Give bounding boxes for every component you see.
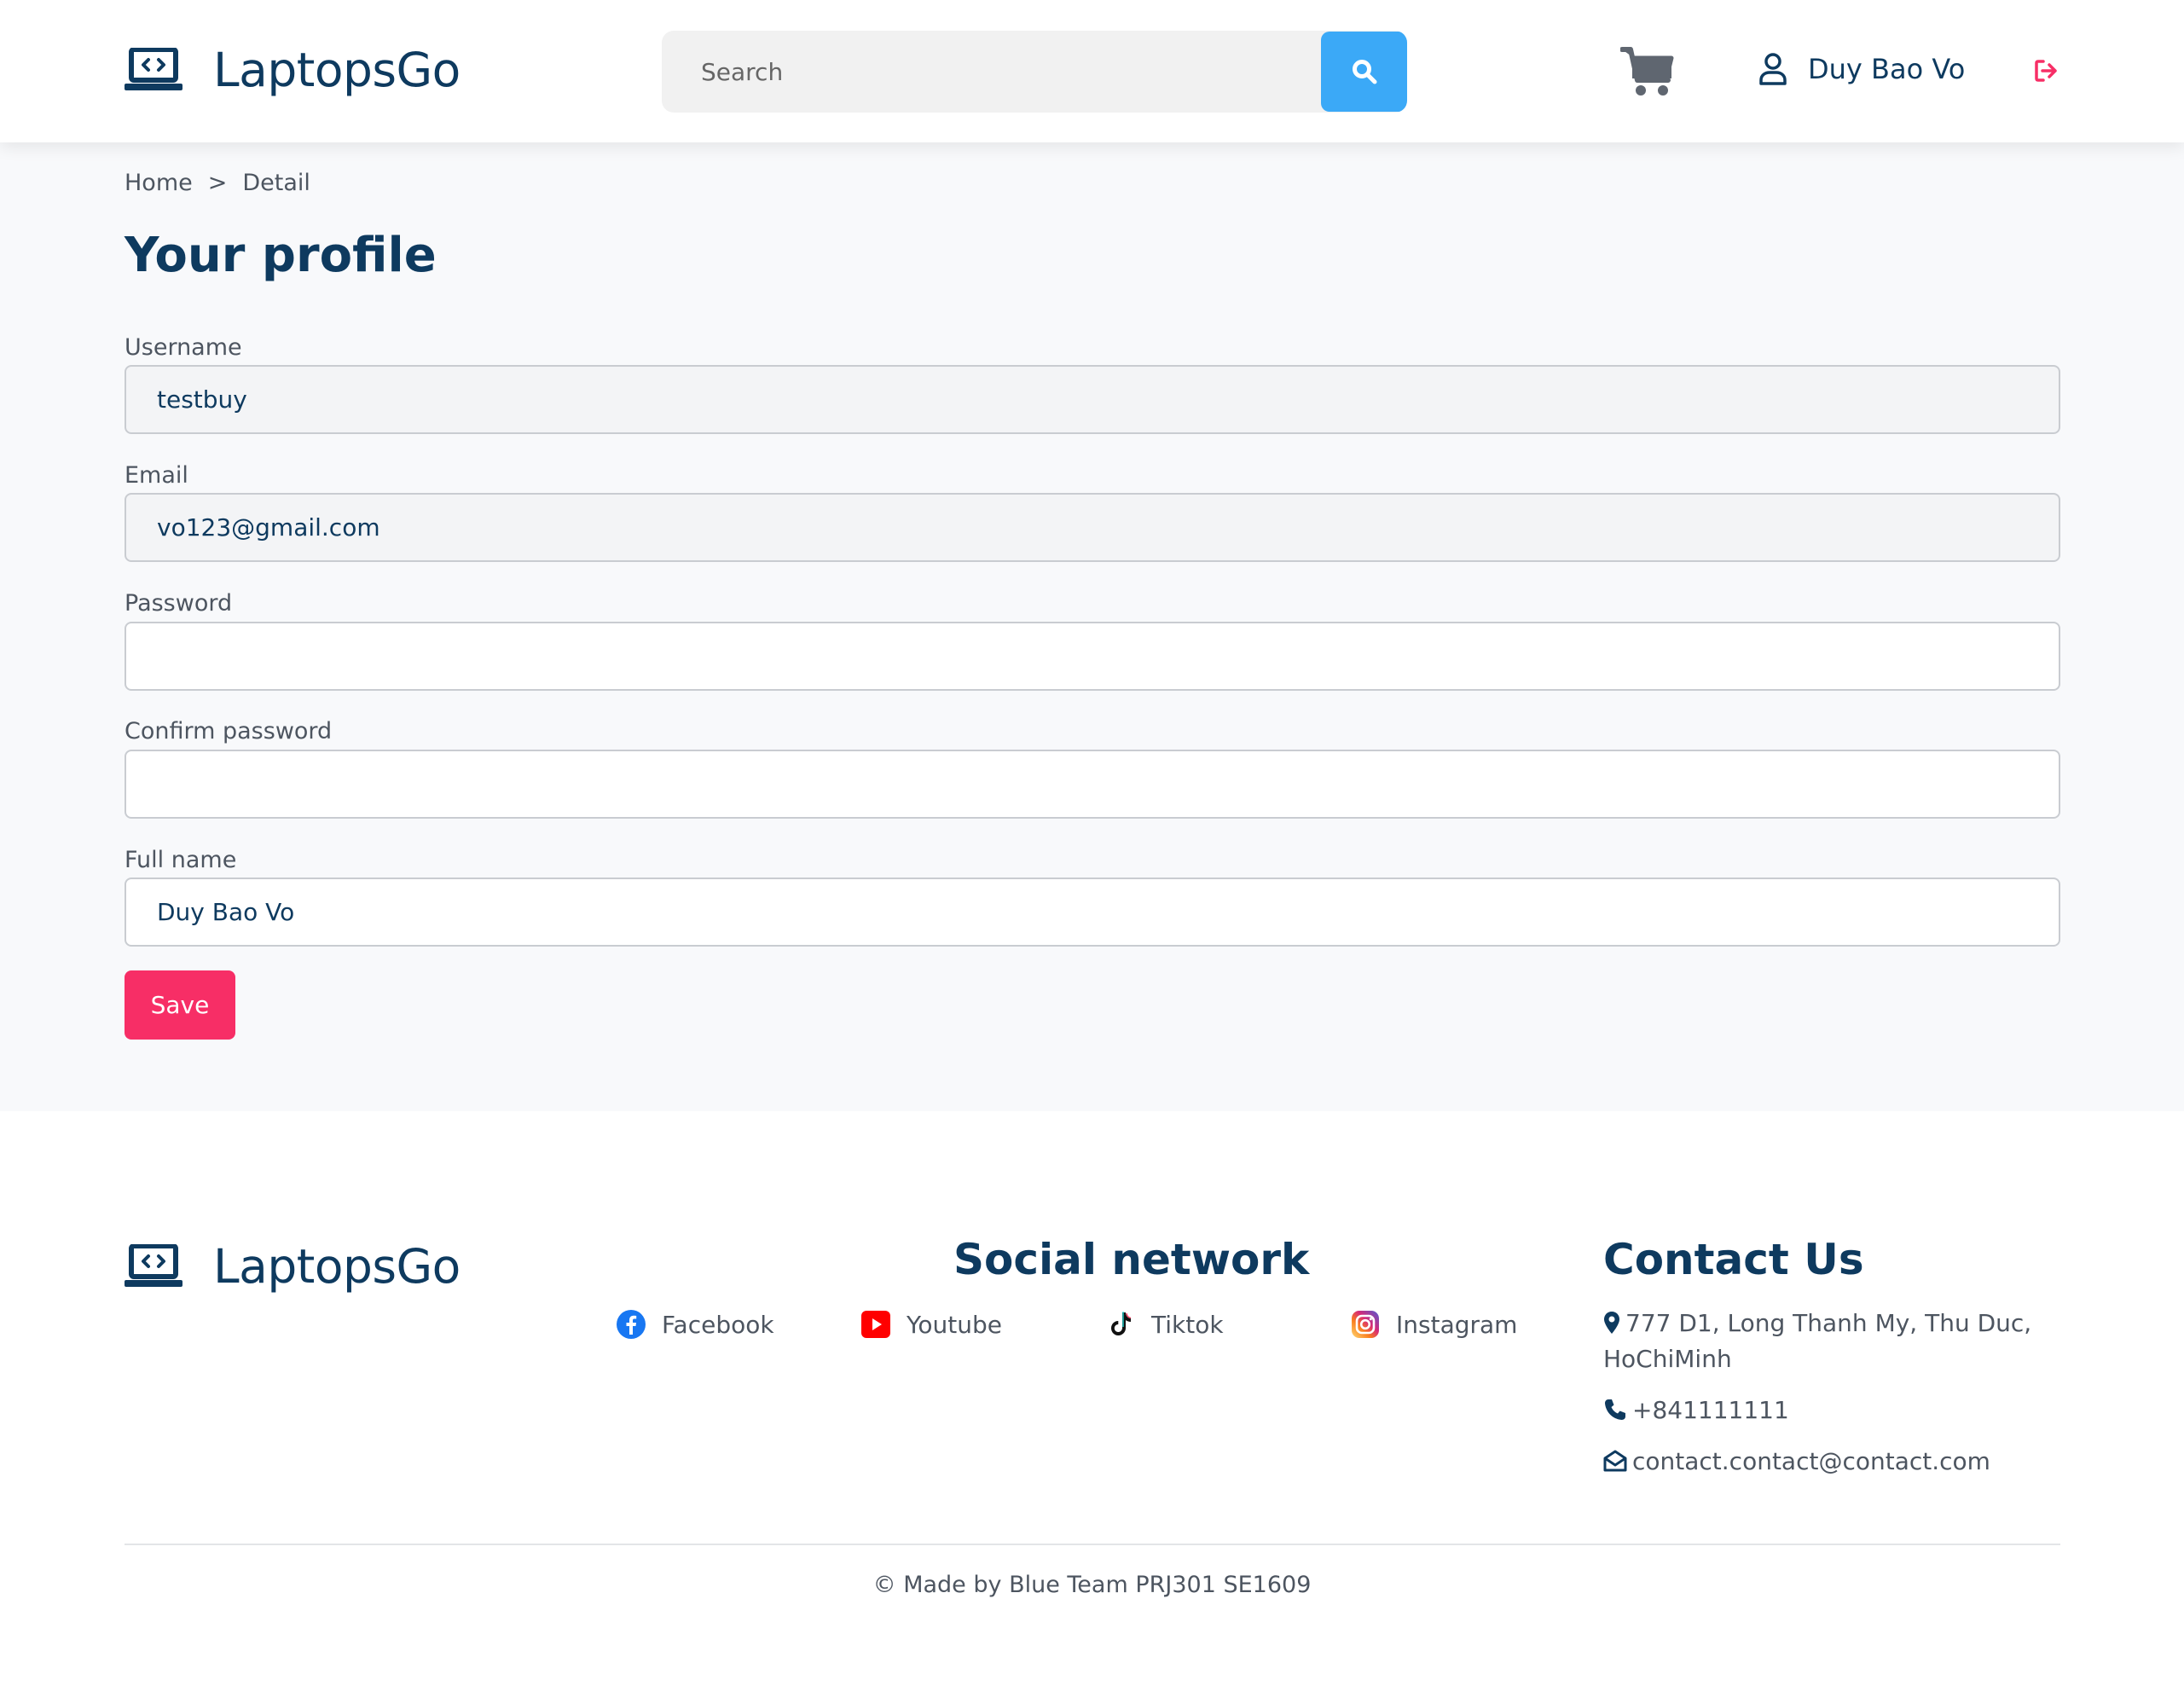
search-input[interactable] <box>662 31 1322 113</box>
instagram-icon <box>1352 1311 1379 1338</box>
social-link-youtube[interactable]: Youtube <box>860 1309 1002 1340</box>
contact-address-line2: HoChiMinh <box>1603 1345 1732 1373</box>
footer-brand-logo[interactable]: LaptopsGo <box>125 1239 461 1294</box>
user-name: Duy Bao Vo <box>1808 53 1966 85</box>
social-label-youtube: Youtube <box>907 1310 1002 1339</box>
search-bar <box>662 31 1407 113</box>
save-button[interactable]: Save <box>125 970 235 1040</box>
social-label-instagram: Instagram <box>1396 1310 1518 1339</box>
profile-section: Home > Detail Your profile Username Emai… <box>0 142 2184 1111</box>
contact-email-address: contact.contact@contact.com <box>1632 1447 1990 1475</box>
full-name-label: Full name <box>125 847 237 873</box>
page-title: Your profile <box>125 228 437 283</box>
breadcrumb-separator: > <box>207 170 228 196</box>
social-label-facebook: Facebook <box>662 1310 774 1339</box>
search-button[interactable] <box>1321 32 1407 112</box>
laptop-code-icon <box>125 48 182 90</box>
full-name-field[interactable] <box>125 878 2060 947</box>
brand-name: LaptopsGo <box>213 43 461 97</box>
location-pin-icon <box>1604 1312 1619 1334</box>
footer-brand-name: LaptopsGo <box>213 1239 461 1294</box>
youtube-icon <box>861 1311 890 1338</box>
contact-address-line1: 777 D1, Long Thanh My, Thu Duc, <box>1625 1309 2032 1337</box>
contact-email[interactable]: contact.contact@contact.com <box>1603 1444 1990 1480</box>
confirm-password-label: Confirm password <box>125 718 333 744</box>
email-label: Email <box>125 462 188 489</box>
email-field[interactable] <box>125 493 2060 562</box>
user-menu[interactable]: Duy Bao Vo <box>1758 53 1965 85</box>
copyright: © Made by Blue Team PRJ301 SE1609 <box>872 1572 1312 1598</box>
username-label: Username <box>125 334 242 361</box>
breadcrumb-home[interactable]: Home <box>125 170 193 196</box>
envelope-open-icon <box>1603 1450 1627 1472</box>
social-link-tiktok[interactable]: Tiktok <box>1105 1309 1224 1340</box>
social-label-tiktok: Tiktok <box>1151 1310 1224 1339</box>
cart-icon[interactable] <box>1620 46 1675 97</box>
facebook-icon <box>617 1310 646 1339</box>
confirm-password-field[interactable] <box>125 750 2060 819</box>
contact-phone-number: +841111111 <box>1632 1396 1789 1424</box>
contact-us-title: Contact Us <box>1603 1235 1864 1284</box>
laptop-code-icon <box>125 1244 182 1287</box>
contact-address: 777 D1, Long Thanh My, Thu Duc, HoChiMin… <box>1603 1306 2031 1377</box>
logout-icon[interactable] <box>2033 58 2059 84</box>
breadcrumb: Home > Detail <box>125 170 310 196</box>
breadcrumb-current: Detail <box>242 170 310 196</box>
social-link-facebook[interactable]: Facebook <box>616 1309 774 1340</box>
footer: LaptopsGo Social network Facebook Youtub… <box>0 1111 2184 1703</box>
tiktok-icon <box>1111 1312 1132 1335</box>
username-field[interactable] <box>125 365 2060 434</box>
header: LaptopsGo Duy Bao Vo <box>0 0 2184 142</box>
password-field[interactable] <box>125 622 2060 691</box>
search-icon <box>1352 60 1376 84</box>
footer-divider <box>125 1544 2060 1545</box>
social-network-title: Social network <box>953 1235 1310 1284</box>
user-icon <box>1759 53 1787 85</box>
password-label: Password <box>125 590 233 617</box>
social-link-instagram[interactable]: Instagram <box>1350 1309 1517 1340</box>
phone-icon <box>1605 1399 1625 1420</box>
brand-logo[interactable]: LaptopsGo <box>125 43 461 97</box>
contact-phone[interactable]: +841111111 <box>1603 1393 1789 1428</box>
